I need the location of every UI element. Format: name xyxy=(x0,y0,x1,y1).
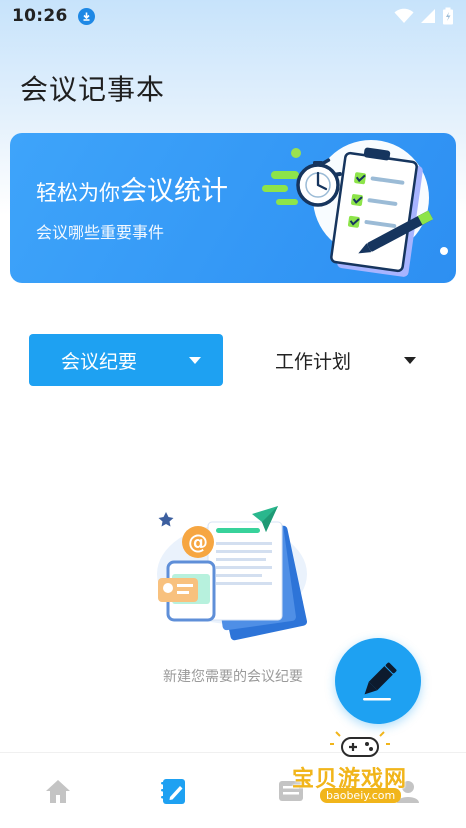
download-icon xyxy=(77,7,95,25)
status-time: 10:26 xyxy=(12,6,68,26)
edit-note-icon xyxy=(160,778,185,804)
chevron-down-icon xyxy=(189,356,201,364)
promo-banner[interactable]: 轻松为你 会议统计 会议哪些重要事件 xyxy=(10,133,456,283)
checklist-illustration xyxy=(262,140,448,277)
banner-headline: 轻松为你 会议统计 xyxy=(36,169,228,208)
page-title: 会议记事本 xyxy=(20,73,166,106)
work-plan-dropdown[interactable]: 工作计划 xyxy=(244,334,438,386)
svg-text:@: @ xyxy=(188,530,208,554)
watermark: 宝贝游戏网 baobeiy.com xyxy=(284,728,434,808)
banner-subtitle: 会议哪些重要事件 xyxy=(36,223,165,242)
status-icons xyxy=(394,7,454,25)
watermark-url: baobeiy.com xyxy=(320,788,402,803)
banner-headline-prefix: 轻松为你 xyxy=(36,181,120,205)
pencil-icon xyxy=(363,662,397,701)
meeting-minutes-dropdown[interactable]: 会议纪要 xyxy=(29,334,223,386)
home-icon xyxy=(46,779,71,803)
banner-headline-emphasis: 会议统计 xyxy=(120,176,228,207)
chevron-down-icon xyxy=(404,356,416,364)
wifi-icon xyxy=(394,8,414,23)
nav-notes[interactable] xyxy=(145,761,205,821)
signal-icon xyxy=(421,9,435,23)
battery-icon xyxy=(443,7,453,25)
tab-label: 会议纪要 xyxy=(61,350,138,373)
status-bar: 10:26 xyxy=(0,0,466,32)
nav-home[interactable] xyxy=(28,761,88,821)
new-note-button[interactable] xyxy=(335,638,421,724)
tab-label: 工作计划 xyxy=(275,350,352,373)
empty-documents-illustration: @ xyxy=(157,506,308,641)
